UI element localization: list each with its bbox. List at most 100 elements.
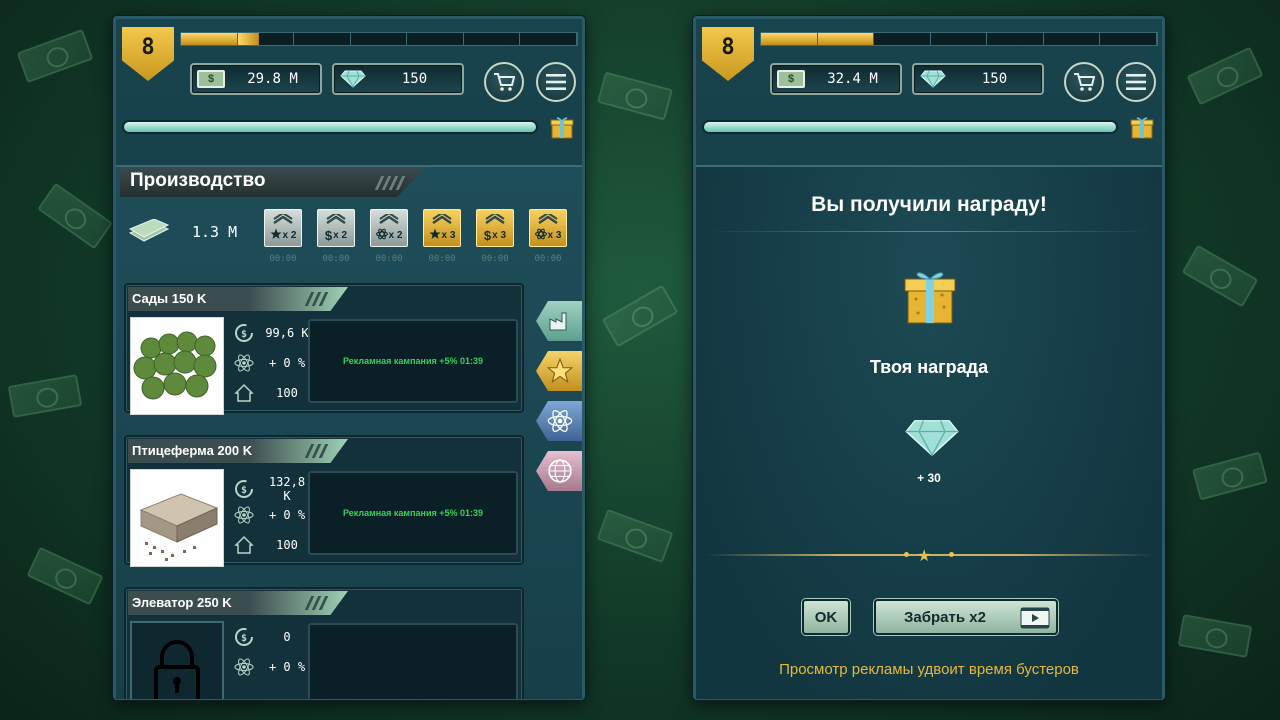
ok-button[interactable]: OK: [802, 599, 850, 635]
booster-multiplier: x 3: [441, 230, 456, 241]
star-icon: ★: [917, 548, 932, 565]
income-cycle-icon: $: [235, 324, 253, 342]
gardens-image: [130, 317, 224, 415]
production-panel: 8 $ 29.8 M 150 Производство 1.3 M x 2 00:…: [113, 16, 585, 700]
booster-button[interactable]: $ x 3: [476, 209, 514, 247]
ad-campaign-status[interactable]: Рекламная кампания +5% 01:39: [308, 319, 518, 403]
income-stat: $ 0: [234, 627, 312, 647]
tab-world[interactable]: [536, 451, 582, 491]
gift-box-icon: [904, 272, 956, 324]
booster-timer: 00:00: [375, 254, 403, 264]
production-income: 1.3 M: [192, 223, 238, 241]
lock-icon: [154, 640, 200, 699]
level-number: 8: [141, 35, 155, 60]
reward-panel: 8 $ 32.4 M 150 Вы получили награду! Твоя…: [693, 16, 1165, 700]
booster-button[interactable]: x 3: [529, 209, 567, 247]
cart-icon: [494, 73, 515, 91]
atom-icon: [534, 228, 547, 243]
svg-text:$: $: [241, 485, 247, 496]
bonus-progress-bar: [124, 122, 536, 132]
cash-display[interactable]: $ 29.8 M: [190, 63, 322, 95]
house-icon: [234, 383, 254, 402]
business-card-gardens[interactable]: Сады 150 K $ 99,6 K + 0 % 100 Рекламная …: [124, 283, 524, 415]
money-stack-icon: [128, 219, 170, 242]
gems-value: 150: [401, 71, 428, 87]
poultry-farm-image: [130, 469, 224, 567]
income-cycle-icon: $: [235, 480, 253, 498]
capacity-stat: 100: [234, 383, 312, 403]
cart-icon: [1074, 73, 1095, 91]
house-icon: [234, 535, 254, 554]
xp-progress-bar: [180, 32, 578, 46]
diamond-icon: [919, 69, 947, 89]
booster-timer: 00:00: [322, 254, 350, 264]
reward-title: Вы получили награду!: [811, 193, 1047, 216]
booster-multiplier: x 3: [547, 230, 562, 241]
shop-cart-button[interactable]: [484, 62, 524, 102]
bonus-stat: + 0 %: [234, 657, 312, 677]
production-section: Производство 1.3 M x 2 00:00 $ x 2 00:00 x 20…: [116, 165, 582, 699]
booster-multiplier: x 2: [333, 230, 348, 241]
reward-amount: + 30: [917, 471, 941, 485]
globe-icon: [548, 459, 572, 483]
menu-button[interactable]: [536, 62, 576, 102]
bonus-progress-bar: [704, 122, 1116, 132]
gift-icon[interactable]: [1130, 115, 1154, 139]
reward-dialog: Вы получили награду! Твоя награда + 30 ★…: [696, 165, 1162, 699]
ad-campaign-status[interactable]: Рекламная кампания +5% 01:39: [308, 471, 518, 555]
cash-icon: $: [197, 70, 225, 88]
reward-subtitle: Твоя награда: [869, 357, 989, 377]
business-card-poultry-farm[interactable]: Птицеферма 200 K $ 132,8 K + 0 % 100 Рек…: [124, 435, 524, 567]
atom-icon: [234, 354, 254, 372]
booster-button[interactable]: $ x 2: [317, 209, 355, 247]
booster-multiplier: x 2: [282, 230, 297, 241]
cash-value: 29.8 M: [247, 71, 298, 87]
hamburger-icon: [546, 74, 566, 90]
cash-value: 32.4 M: [827, 71, 878, 87]
video-ad-icon: [1020, 607, 1050, 629]
level-number: 8: [721, 35, 735, 60]
menu-button[interactable]: [1116, 62, 1156, 102]
hamburger-icon: [1126, 74, 1146, 90]
booster-timer: 00:00: [428, 254, 456, 264]
reward-hint: Просмотр рекламы удвоит время бустеров: [779, 661, 1079, 678]
star-icon: [429, 228, 441, 243]
atom-icon: [234, 658, 254, 676]
booster-multiplier: x 3: [492, 230, 507, 241]
svg-text:$: $: [241, 329, 247, 340]
booster-timer: 00:00: [269, 254, 297, 264]
gems-display[interactable]: 150: [332, 63, 464, 95]
tab-achievements[interactable]: [536, 351, 582, 391]
booster-timer: 00:00: [481, 254, 509, 264]
business-card-elevator[interactable]: Элеватор 250 K $ 0 + 0 %: [124, 587, 524, 699]
level-badge[interactable]: 8: [122, 27, 174, 81]
gems-display[interactable]: 150: [912, 63, 1044, 95]
booster-button[interactable]: x 2: [370, 209, 408, 247]
shop-cart-button[interactable]: [1064, 62, 1104, 102]
gift-icon[interactable]: [550, 115, 574, 139]
claim-double-label: Забрать x2: [904, 608, 986, 626]
diamond-icon: [905, 420, 959, 457]
xp-progress-bar: [760, 32, 1158, 46]
booster-button[interactable]: x 2: [264, 209, 302, 247]
svg-text:$: $: [241, 633, 247, 644]
booster-timer: 00:00: [534, 254, 562, 264]
atom-icon: [547, 409, 573, 433]
tab-production[interactable]: [536, 301, 582, 341]
cash-display[interactable]: $ 32.4 M: [770, 63, 902, 95]
booster-button[interactable]: x 3: [423, 209, 461, 247]
income-cycle-icon: $: [235, 628, 253, 646]
dollar-icon: $: [324, 228, 333, 243]
cash-icon: $: [777, 70, 805, 88]
star-icon: [547, 358, 573, 384]
ad-campaign-slot[interactable]: [308, 623, 518, 699]
income-stat: $ 99,6 K: [234, 323, 312, 343]
income-stat: $ 132,8 K: [234, 475, 312, 503]
claim-double-button[interactable]: Забрать x2: [874, 599, 1058, 635]
atom-icon: [234, 506, 254, 524]
level-badge[interactable]: 8: [702, 27, 754, 81]
tab-research[interactable]: [536, 401, 582, 441]
bonus-stat: + 0 %: [234, 505, 312, 525]
diamond-icon: [339, 69, 367, 89]
factory-icon: [549, 312, 567, 331]
